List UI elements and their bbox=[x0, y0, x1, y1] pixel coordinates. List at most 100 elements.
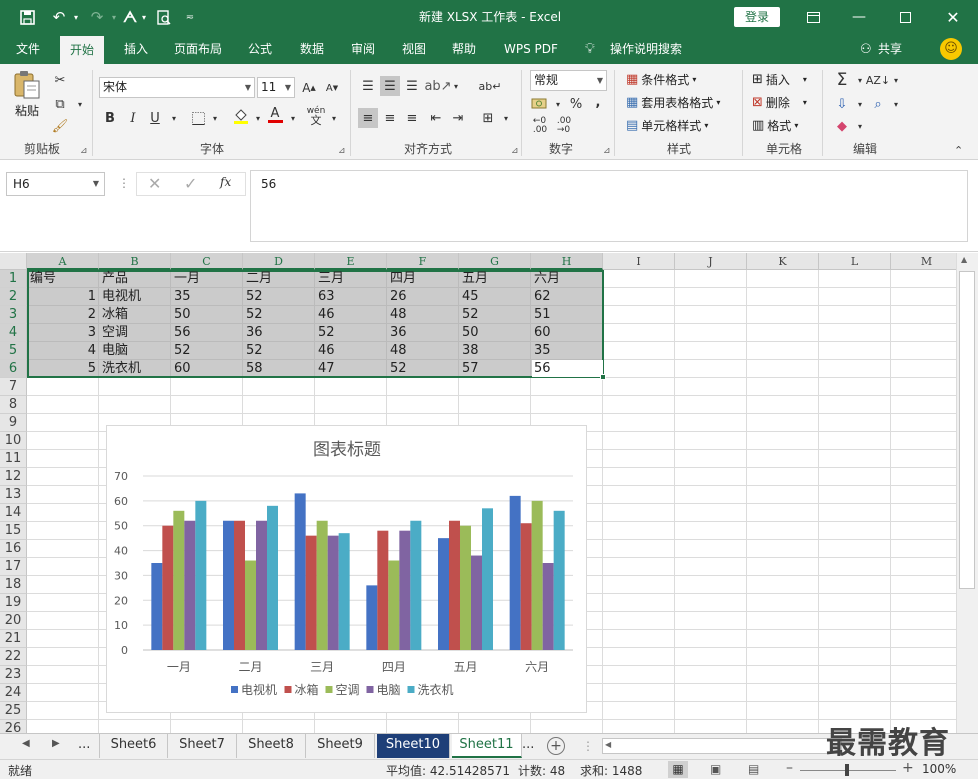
scroll-left-icon[interactable]: ◀ bbox=[605, 740, 611, 749]
font-color-dropdown-icon[interactable]: ▾ bbox=[283, 108, 303, 128]
cell[interactable]: 36 bbox=[387, 324, 459, 342]
clipboard-launcher-icon[interactable]: ⊿ bbox=[80, 146, 88, 156]
cell[interactable]: 62 bbox=[531, 288, 603, 306]
tab-data[interactable]: 数据 bbox=[290, 34, 334, 64]
decrease-indent-icon[interactable]: ⇤ bbox=[426, 108, 446, 128]
collapse-ribbon-icon[interactable]: ⌃ bbox=[954, 144, 963, 157]
sheet-tab[interactable]: Sheet9 bbox=[306, 734, 375, 758]
cell[interactable]: 四月 bbox=[387, 270, 459, 288]
cell[interactable]: 56 bbox=[531, 360, 603, 378]
cell[interactable]: 5 bbox=[27, 360, 99, 378]
row-header[interactable]: 11 bbox=[0, 450, 27, 468]
row-header[interactable]: 23 bbox=[0, 666, 27, 684]
row-header[interactable]: 8 bbox=[0, 396, 27, 414]
cell[interactable]: 52 bbox=[243, 342, 315, 360]
cell[interactable]: 35 bbox=[531, 342, 603, 360]
column-header[interactable]: G bbox=[459, 253, 531, 270]
font-launcher-icon[interactable]: ⊿ bbox=[338, 146, 346, 156]
smiley-icon[interactable]: ☺ bbox=[940, 38, 962, 60]
insert-function-button[interactable]: fx bbox=[220, 175, 231, 189]
cell[interactable]: 冰箱 bbox=[99, 306, 171, 324]
tell-me-search[interactable]: 操作说明搜索 bbox=[600, 34, 692, 64]
cut-icon[interactable]: ✂ bbox=[50, 70, 70, 90]
column-header[interactable]: H bbox=[531, 253, 603, 270]
percent-button[interactable]: % bbox=[566, 94, 586, 114]
increase-decimal-icon[interactable]: ←0.00 bbox=[530, 116, 550, 136]
sheet-tab[interactable]: Sheet6 bbox=[99, 734, 168, 758]
row-header[interactable]: 19 bbox=[0, 594, 27, 612]
sheet-tab-active[interactable]: Sheet11 bbox=[452, 734, 522, 758]
number-launcher-icon[interactable]: ⊿ bbox=[603, 146, 611, 156]
save-icon[interactable] bbox=[14, 0, 40, 34]
cell[interactable]: 产品 bbox=[99, 270, 171, 288]
cell[interactable]: 52 bbox=[171, 342, 243, 360]
formula-input[interactable]: 56 bbox=[250, 170, 968, 242]
number-format-select[interactable]: 常规 ▼ bbox=[530, 70, 607, 91]
tab-help[interactable]: 帮助 bbox=[442, 34, 486, 64]
login-button[interactable]: 登录 bbox=[734, 7, 780, 27]
cell[interactable]: 一月 bbox=[171, 270, 243, 288]
column-header[interactable]: L bbox=[819, 253, 891, 270]
print-preview-icon[interactable] bbox=[152, 0, 176, 34]
merge-dropdown-icon[interactable]: ▾ bbox=[496, 108, 516, 128]
zoom-out-icon[interactable]: – bbox=[786, 760, 793, 776]
orientation-dropdown-icon[interactable]: ▾ bbox=[446, 76, 466, 96]
cell[interactable]: 52 bbox=[243, 288, 315, 306]
cell[interactable]: 二月 bbox=[243, 270, 315, 288]
cell[interactable]: 26 bbox=[387, 288, 459, 306]
tab-page-layout[interactable]: 页面布局 bbox=[164, 34, 232, 64]
row-header[interactable]: 1 bbox=[0, 270, 27, 288]
tab-view[interactable]: 视图 bbox=[392, 34, 436, 64]
row-header[interactable]: 17 bbox=[0, 558, 27, 576]
zoom-level[interactable]: 100% bbox=[922, 762, 956, 776]
phonetic-guide-icon[interactable]: wén 文 bbox=[306, 106, 326, 127]
column-header[interactable]: J bbox=[675, 253, 747, 270]
undo-dropdown-icon[interactable]: ▾ bbox=[70, 0, 82, 34]
row-header[interactable]: 15 bbox=[0, 522, 27, 540]
alignment-launcher-icon[interactable]: ⊿ bbox=[511, 146, 519, 156]
select-all-corner[interactable] bbox=[0, 253, 27, 270]
align-right-icon[interactable]: ≡ bbox=[402, 108, 422, 128]
autosum-icon[interactable]: Σ bbox=[832, 70, 852, 90]
page-layout-view-icon[interactable]: ▣ bbox=[710, 762, 721, 776]
minimize-icon[interactable]: — bbox=[836, 0, 882, 34]
row-header[interactable]: 13 bbox=[0, 486, 27, 504]
sheets-more-left[interactable]: ... bbox=[78, 737, 90, 752]
fill-handle[interactable] bbox=[600, 374, 606, 380]
cell[interactable]: 56 bbox=[171, 324, 243, 342]
cell[interactable]: 51 bbox=[531, 306, 603, 324]
delete-cells-button[interactable]: ⊠ 删除 ▾ bbox=[752, 94, 807, 111]
cell[interactable]: 46 bbox=[315, 306, 387, 324]
copy-icon[interactable]: ⧉ bbox=[50, 94, 70, 114]
row-header[interactable]: 20 bbox=[0, 612, 27, 630]
zoom-in-icon[interactable]: + bbox=[902, 760, 914, 776]
font-color-icon[interactable]: A bbox=[265, 105, 285, 125]
cell[interactable]: 52 bbox=[387, 360, 459, 378]
tab-insert[interactable]: 插入 bbox=[114, 34, 158, 64]
column-header[interactable]: B bbox=[99, 253, 171, 270]
row-header[interactable]: 5 bbox=[0, 342, 27, 360]
cell[interactable]: 电脑 bbox=[99, 342, 171, 360]
phonetic-dropdown-icon[interactable]: ▾ bbox=[324, 108, 344, 128]
shrink-font-icon[interactable]: A ▼ bbox=[322, 78, 342, 98]
row-header[interactable]: 24 bbox=[0, 684, 27, 702]
underline-dropdown-icon[interactable]: ▾ bbox=[164, 108, 184, 128]
sheets-more-right[interactable]: ... bbox=[522, 737, 534, 752]
tab-home[interactable]: 开始 bbox=[60, 36, 105, 64]
format-cells-button[interactable]: ▥ 格式 ▾ bbox=[752, 117, 798, 134]
align-bottom-icon[interactable]: ☰ bbox=[402, 76, 422, 96]
ribbon-display-icon[interactable] bbox=[790, 0, 836, 34]
fill-down-icon[interactable]: ⇩ bbox=[832, 94, 852, 114]
font-name-select[interactable]: 宋体 ▼ bbox=[99, 77, 255, 98]
sort-filter-icon[interactable]: AZ↓ bbox=[866, 70, 890, 90]
customize-toolbar-icon[interactable]: ≂ bbox=[182, 0, 198, 34]
cell[interactable]: 58 bbox=[243, 360, 315, 378]
row-header[interactable]: 10 bbox=[0, 432, 27, 450]
cell[interactable]: 4 bbox=[27, 342, 99, 360]
worksheet-grid[interactable]: ABCDEFGHIJKLM 1 2 3 4 5 6 7 8 9 10 11 12 13 14 15 16 17 1… bbox=[0, 253, 978, 733]
cell[interactable]: 五月 bbox=[459, 270, 531, 288]
conditional-format-button[interactable]: ▦ 条件格式 ▾ bbox=[626, 71, 696, 88]
tab-wps-pdf[interactable]: WPS PDF bbox=[494, 34, 568, 64]
sort-dropdown-icon[interactable]: ▾ bbox=[886, 70, 906, 90]
cell[interactable]: 46 bbox=[315, 342, 387, 360]
